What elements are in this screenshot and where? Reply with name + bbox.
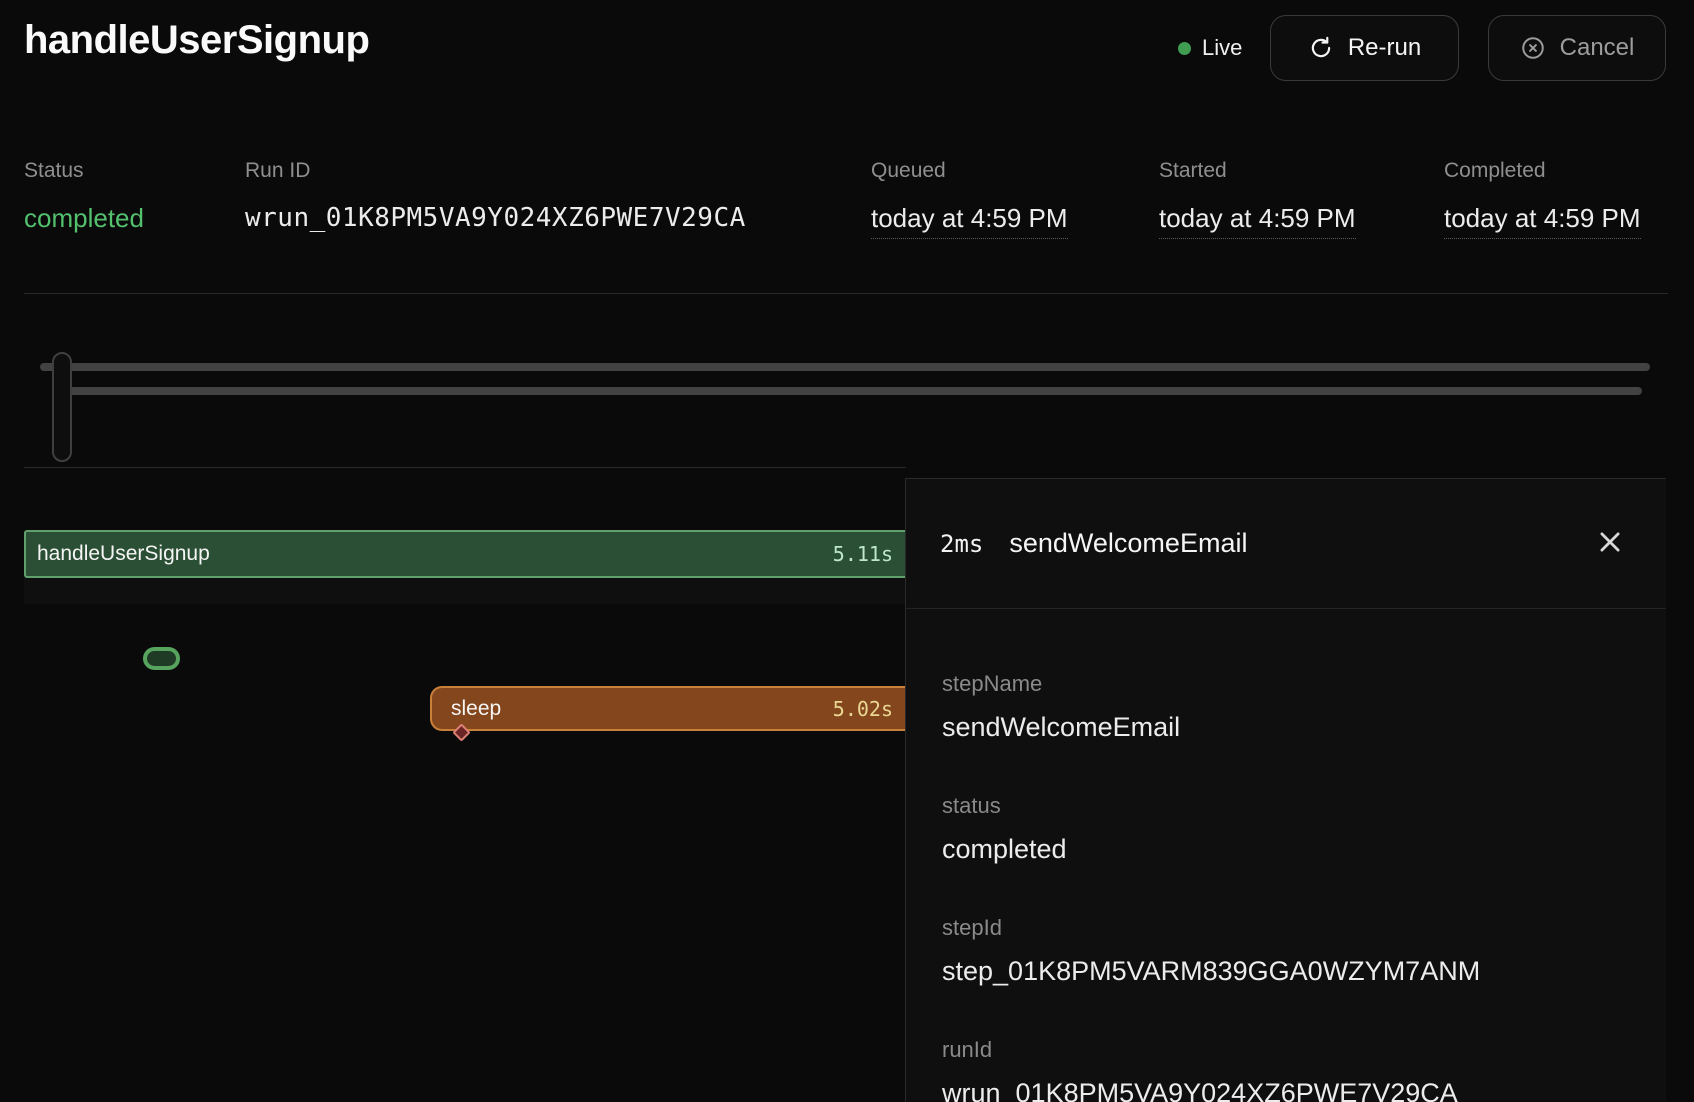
meta-started: Started today at 4:59 PM [1159,158,1356,239]
field-stepName: stepName sendWelcomeEmail [942,671,1630,743]
field-value: sendWelcomeEmail [942,711,1630,743]
meta-run-id: Run ID wrun_01K8PM5VA9Y024XZ6PWE7V29CA [245,158,746,234]
field-label: status [942,793,1630,819]
gantt-bar-duration: 5.11s [833,542,893,566]
field-value: completed [942,833,1630,865]
gantt-bar-sleep[interactable]: sleep 5.02s [430,686,906,731]
meta-run-id-label: Run ID [245,158,746,184]
step-detail-header: 2ms sendWelcomeEmail [906,479,1666,609]
gantt-row-stripe [24,578,906,604]
run-id-value: wrun_01K8PM5VA9Y024XZ6PWE7V29CA [245,202,746,234]
live-indicator: Live [1178,34,1242,62]
step-detail-body: stepName sendWelcomeEmail status complet… [906,609,1666,1102]
gantt-bar-handleUserSignup[interactable]: handleUserSignup 5.11s [24,530,906,578]
meta-queued-label: Queued [871,158,1068,184]
step-title: sendWelcomeEmail [1009,528,1247,559]
meta-status: Status completed [24,158,144,234]
meta-completed-label: Completed [1444,158,1641,184]
field-runId: runId wrun_01K8PM5VA9Y024XZ6PWE7V29CA [942,1037,1630,1102]
live-label: Live [1202,35,1242,61]
rerun-button-label: Re-run [1348,34,1421,62]
field-stepId: stepId step_01K8PM5VARM839GGA0WZYM7ANM [942,915,1630,987]
close-icon [1595,527,1625,560]
minimap-span-root [40,363,1650,371]
step-detail-panel: 2ms sendWelcomeEmail stepName sendWelcom… [905,478,1666,1102]
divider [24,293,1668,294]
rerun-button[interactable]: Re-run [1270,15,1459,81]
gantt-bar-duration: 5.02s [833,697,893,721]
gantt-step-marker-sendWelcomeEmail[interactable] [143,647,180,670]
field-label: runId [942,1037,1630,1063]
gantt-bar-label: handleUserSignup [37,542,210,566]
field-value: wrun_01K8PM5VA9Y024XZ6PWE7V29CA [942,1077,1630,1102]
cancel-button[interactable]: Cancel [1488,15,1666,81]
queued-timestamp: today at 4:59 PM [871,202,1068,239]
live-dot-icon [1178,42,1191,55]
field-status: status completed [942,793,1630,865]
started-timestamp: today at 4:59 PM [1159,202,1356,239]
refresh-icon [1308,35,1334,61]
status-badge: completed [24,202,144,234]
minimap-span-sleep [58,387,1642,395]
field-value: step_01K8PM5VARM839GGA0WZYM7ANM [942,955,1630,987]
close-panel-button[interactable] [1588,522,1632,566]
field-label: stepId [942,915,1630,941]
meta-status-label: Status [24,158,144,184]
cancel-button-label: Cancel [1560,34,1635,62]
meta-started-label: Started [1159,158,1356,184]
gantt-bar-label: sleep [451,697,501,721]
cancel-circle-icon [1520,35,1546,61]
divider [24,467,906,468]
page-title: handleUserSignup [24,18,369,63]
meta-queued: Queued today at 4:59 PM [871,158,1068,239]
field-label: stepName [942,671,1630,697]
step-duration: 2ms [940,530,983,558]
timeline-scrubber-handle[interactable] [52,352,72,462]
meta-completed: Completed today at 4:59 PM [1444,158,1641,239]
workflow-run-page: handleUserSignup Live Re-run Cancel Stat… [0,0,1694,1102]
completed-timestamp: today at 4:59 PM [1444,202,1641,239]
